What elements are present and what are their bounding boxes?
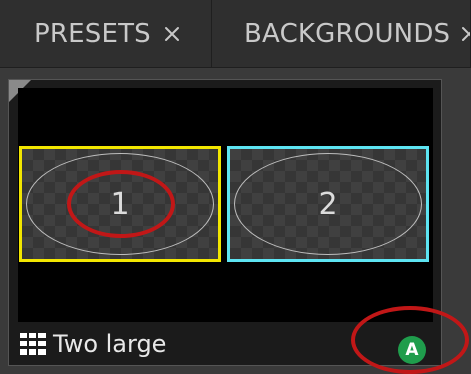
layout-slot-1: 1: [19, 146, 221, 262]
preset-card[interactable]: 1 2 Two large A: [8, 79, 442, 366]
tab-bar: PRESETS BACKGROUNDS: [0, 0, 471, 68]
layout-slot-2: 2: [227, 146, 429, 262]
preset-name: Two large: [53, 330, 167, 358]
tab-backgrounds[interactable]: BACKGROUNDS: [212, 0, 471, 67]
tab-presets[interactable]: PRESETS: [0, 0, 212, 67]
status-badge: A: [398, 336, 426, 364]
tab-backgrounds-label: BACKGROUNDS: [244, 18, 451, 49]
tab-presets-label: PRESETS: [34, 18, 151, 49]
close-icon[interactable]: [460, 23, 470, 45]
grid-layout-icon: [19, 332, 47, 356]
preset-footer: Two large A: [9, 323, 441, 365]
slot-number: 1: [110, 186, 130, 222]
app-root: PRESETS BACKGROUNDS 1 2 Two large A: [0, 0, 471, 374]
presets-panel: 1 2 Two large A: [0, 69, 471, 374]
close-icon[interactable]: [161, 23, 183, 45]
slot-number: 2: [318, 186, 338, 222]
preset-preview: 1 2: [18, 88, 433, 322]
